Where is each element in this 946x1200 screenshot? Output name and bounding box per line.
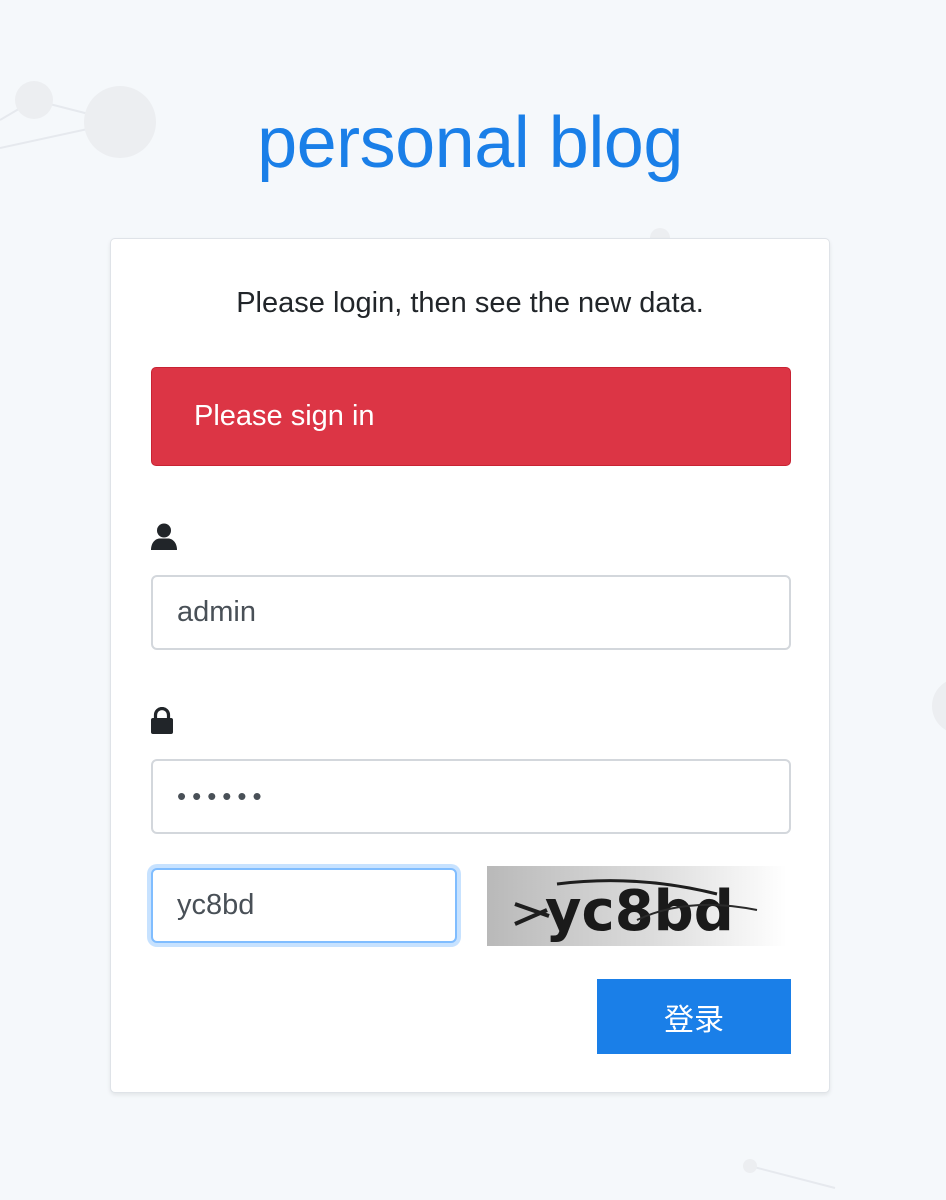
login-button[interactable]: 登录	[597, 979, 791, 1054]
site-title: personal blog	[257, 103, 683, 183]
captcha-input[interactable]	[151, 868, 457, 943]
login-card: Please login, then see the new data. Ple…	[110, 238, 830, 1093]
login-subtitle: Please login, then see the new data.	[236, 287, 704, 319]
user-icon	[151, 523, 177, 553]
captcha-text: yc8bd	[545, 879, 734, 944]
password-input[interactable]	[151, 759, 791, 834]
username-input[interactable]	[151, 575, 791, 650]
lock-icon	[151, 707, 177, 737]
sign-in-alert: Please sign in	[151, 367, 791, 466]
captcha-image[interactable]: yc8bd	[487, 866, 787, 946]
